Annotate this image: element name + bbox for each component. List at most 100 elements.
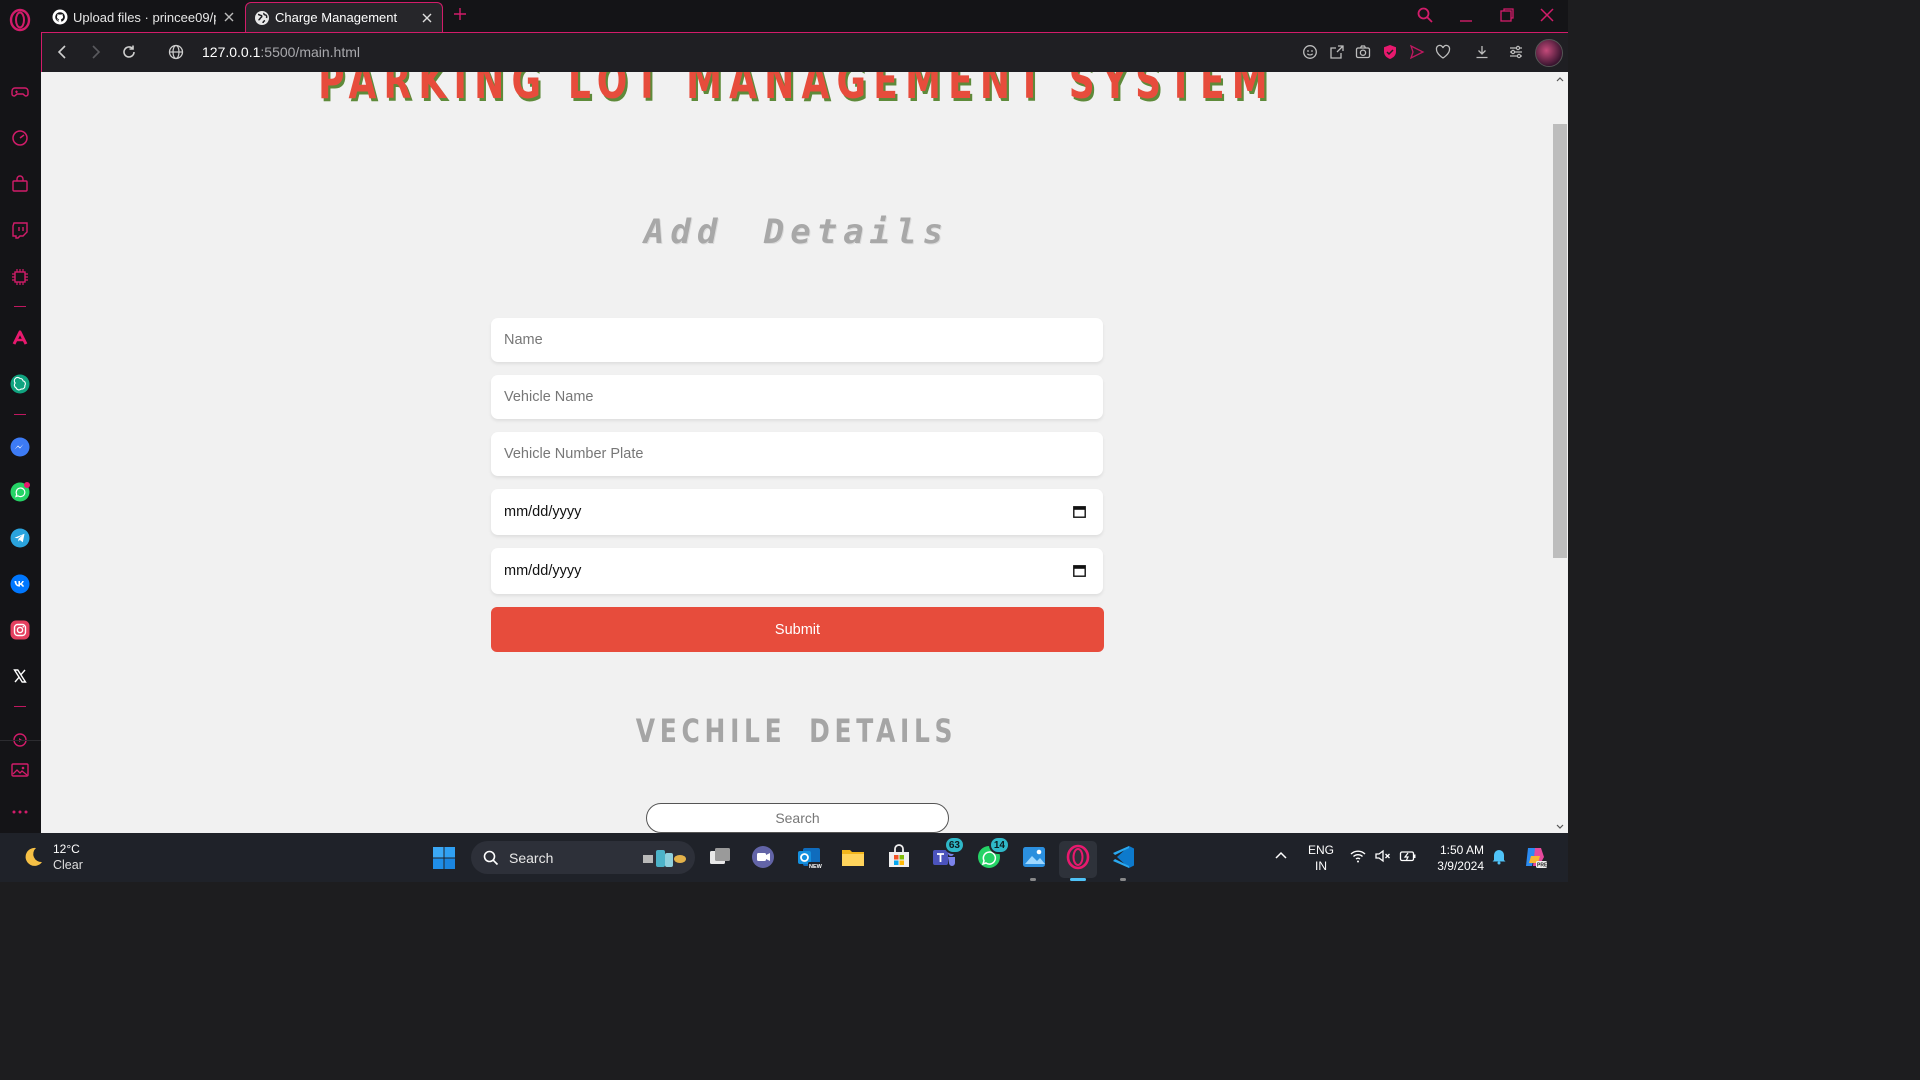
emoji-icon[interactable] — [1302, 44, 1318, 60]
whatsapp-notification-badge: 14 — [988, 836, 1010, 854]
close-tab-icon[interactable] — [222, 10, 236, 24]
svg-text:NEW: NEW — [809, 864, 822, 870]
reload-icon[interactable] — [120, 43, 138, 61]
whatsapp-sidebar-icon[interactable] — [10, 482, 30, 502]
teams-chat-icon[interactable] — [750, 844, 776, 870]
hardware-limiter-chip-icon[interactable] — [10, 267, 30, 287]
photos-icon[interactable] — [1021, 844, 1047, 870]
gx-game-controller-icon[interactable] — [10, 82, 30, 102]
active-app-indicator — [1070, 878, 1086, 881]
running-app-indicator — [1030, 878, 1036, 881]
name-input[interactable]: Name — [491, 318, 1103, 362]
github-icon — [52, 9, 68, 25]
vehicle-details-heading: VECHILE DETAILS — [635, 712, 958, 750]
windows-taskbar: 12°C Clear Search NEW 63 14 ENG IN 1:50 … — [0, 833, 1568, 882]
opera-gx-taskbar-icon[interactable] — [1065, 844, 1091, 870]
weather-temperature: 12°C — [53, 842, 80, 856]
minimize-icon[interactable] — [1457, 6, 1475, 24]
teams-app-button[interactable]: 63 — [931, 836, 965, 870]
favorites-heart-icon[interactable] — [1435, 44, 1451, 60]
system-clock[interactable]: 1:50 AM 3/9/2024 — [1428, 842, 1484, 874]
tab-search-icon[interactable] — [1416, 6, 1434, 24]
page-viewport: PARKING LOT MANAGEMENT SYSTEM Add Detail… — [41, 72, 1552, 833]
forward-icon[interactable] — [86, 43, 104, 61]
flow-send-icon[interactable] — [1409, 44, 1425, 60]
share-icon[interactable] — [1329, 44, 1345, 60]
tab-title: Charge Management — [275, 10, 398, 25]
vehicle-search-input[interactable]: Search — [646, 803, 949, 833]
tab-title: Upload files · princee09/pa — [73, 9, 216, 25]
scroll-up-icon[interactable] — [1555, 74, 1565, 84]
more-options-icon[interactable] — [10, 802, 30, 822]
instagram-icon[interactable] — [10, 620, 30, 640]
weather-description: Clear — [53, 858, 83, 872]
whatsapp-app-button[interactable]: 14 — [976, 836, 1010, 870]
site-info-globe-icon[interactable] — [167, 43, 185, 61]
taskbar-search-box[interactable]: Search — [471, 841, 695, 874]
speed-dial-gauge-icon[interactable] — [10, 128, 30, 148]
aria-ai-icon[interactable] — [10, 328, 30, 348]
copilot-icon[interactable]: PRE — [1522, 844, 1548, 870]
sidebar-separator — [14, 414, 26, 415]
vehicle-number-plate-input[interactable]: Vehicle Number Plate — [491, 432, 1103, 476]
teams-notification-badge: 63 — [943, 836, 965, 854]
twitch-icon[interactable] — [10, 220, 30, 240]
close-tab-icon[interactable] — [420, 11, 434, 25]
entry-date-input[interactable]: mm/dd/yyyy — [491, 489, 1103, 535]
exit-date-input[interactable]: mm/dd/yyyy — [491, 548, 1103, 594]
new-tab-plus-icon[interactable] — [452, 6, 468, 22]
sidebar-separator — [14, 306, 26, 307]
clock-date: 3/9/2024 — [1437, 859, 1484, 873]
svg-text:PRE: PRE — [1537, 863, 1548, 869]
player-music-icon[interactable] — [10, 728, 30, 748]
gx-store-bag-icon[interactable] — [10, 174, 30, 194]
restore-icon[interactable] — [1498, 6, 1516, 24]
scrollbar-thumb[interactable] — [1553, 124, 1567, 558]
windows-start-icon[interactable] — [432, 846, 456, 870]
calendar-icon[interactable] — [1073, 564, 1086, 577]
url-path: :5500/main.html — [260, 44, 360, 60]
entry-date-value: mm/dd/yyyy — [504, 504, 582, 520]
snapshot-camera-icon[interactable] — [1355, 44, 1371, 60]
clock-time: 1:50 AM — [1439, 843, 1484, 857]
tab-charge-management[interactable]: Charge Management — [245, 2, 443, 32]
vpn-shield-icon[interactable] — [1382, 44, 1398, 60]
easy-setup-icon[interactable] — [1508, 44, 1524, 60]
show-hidden-icons-chevron-icon[interactable] — [1272, 847, 1290, 865]
task-view-icon[interactable] — [707, 844, 733, 870]
weather-moon-icon[interactable] — [20, 844, 46, 870]
url-field[interactable]: 127.0.0.1:5500/main.html — [202, 44, 360, 60]
sidebar-separator — [14, 706, 26, 707]
download-icon[interactable] — [1474, 44, 1490, 60]
outlook-new-icon[interactable]: NEW — [796, 844, 822, 870]
calendar-icon[interactable] — [1073, 505, 1086, 518]
tab-upload-files[interactable]: Upload files · princee09/pa — [44, 2, 244, 32]
opera-menu-icon[interactable] — [8, 8, 32, 32]
profile-avatar[interactable] — [1535, 39, 1563, 67]
back-icon[interactable] — [54, 43, 72, 61]
region-code: IN — [1315, 859, 1327, 873]
telegram-icon[interactable] — [10, 528, 30, 548]
messenger-icon[interactable] — [10, 437, 30, 457]
file-explorer-icon[interactable] — [840, 844, 866, 870]
microsoft-store-icon[interactable] — [886, 844, 912, 870]
vscode-icon[interactable] — [1110, 844, 1136, 870]
chatgpt-icon[interactable] — [10, 374, 30, 394]
submit-button[interactable]: Submit — [491, 607, 1104, 652]
vehicle-name-input[interactable]: Vehicle Name — [491, 375, 1103, 419]
close-window-icon[interactable] — [1538, 6, 1556, 24]
search-highlight-travel-icon — [643, 850, 686, 867]
opera-sidebar — [0, 32, 41, 833]
battery-charging-icon[interactable] — [1399, 847, 1417, 865]
taskbar-search-label: Search — [509, 849, 554, 866]
tab-strip: Upload files · princee09/pa Charge Manag… — [0, 0, 1568, 32]
scroll-down-icon[interactable] — [1555, 822, 1565, 832]
volume-muted-icon[interactable] — [1374, 847, 1392, 865]
page-title: PARKING LOT MANAGEMENT SYSTEM — [318, 72, 1275, 110]
wallpaper-gallery-icon[interactable] — [10, 760, 30, 780]
x-twitter-icon[interactable] — [10, 666, 30, 686]
notification-bell-icon[interactable] — [1490, 847, 1508, 865]
wifi-icon[interactable] — [1349, 847, 1367, 865]
vk-icon[interactable] — [10, 574, 30, 594]
input-language[interactable]: ENG IN — [1306, 842, 1336, 874]
